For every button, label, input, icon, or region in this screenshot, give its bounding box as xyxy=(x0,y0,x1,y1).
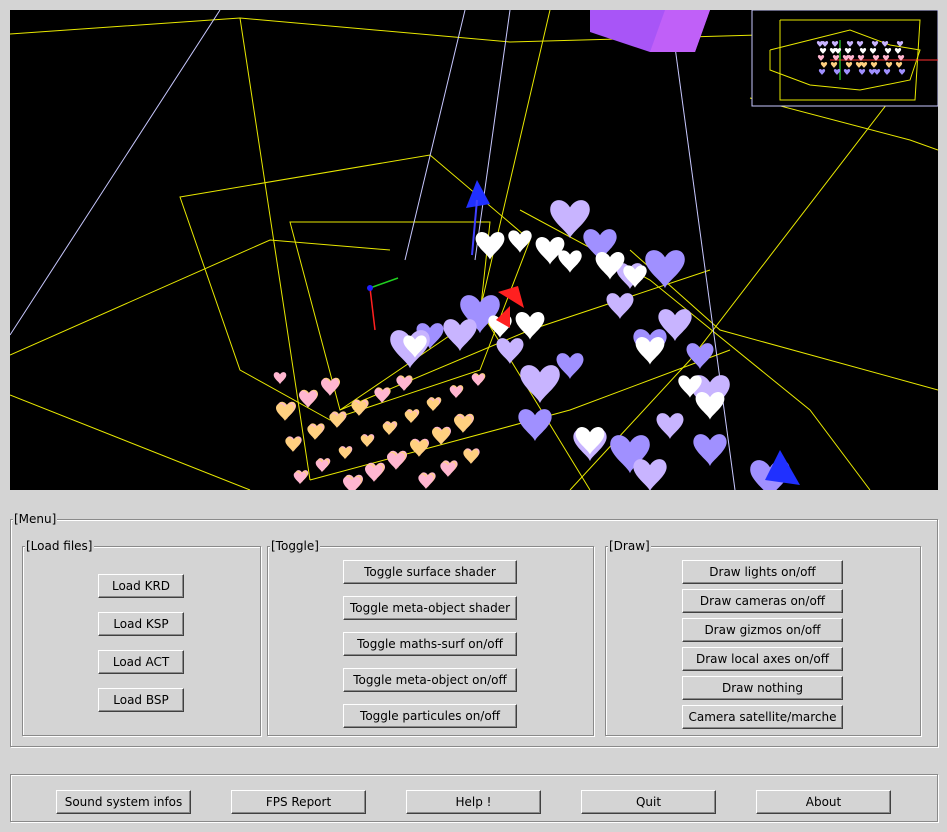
heart-particle xyxy=(443,319,477,352)
toggle-meta-object-shader-button[interactable]: Toggle meta-object shader xyxy=(343,596,517,620)
heart-particle xyxy=(508,230,532,253)
heart-particle xyxy=(273,372,287,385)
heart-particle xyxy=(645,250,685,289)
frustum-line xyxy=(10,239,391,356)
heart-particle xyxy=(606,293,634,319)
load-act-button[interactable]: Load ACT xyxy=(98,650,184,674)
quit-button[interactable]: Quit xyxy=(581,790,716,814)
load-krd-button[interactable]: Load KRD xyxy=(98,574,184,598)
frustum-line xyxy=(289,221,491,411)
draw-title: [Draw] xyxy=(608,539,651,553)
ray-line xyxy=(10,10,221,336)
ray-line xyxy=(474,10,511,261)
load-ksp-button[interactable]: Load KSP xyxy=(98,612,184,636)
frustum-line xyxy=(569,99,891,490)
toggle-title: [Toggle] xyxy=(270,539,320,553)
about-button[interactable]: About xyxy=(756,790,891,814)
light-arrow-red xyxy=(498,286,524,308)
help-button[interactable]: Help ! xyxy=(406,790,541,814)
light-arrow-stem xyxy=(471,199,478,256)
load-bsp-button[interactable]: Load BSP xyxy=(98,688,184,712)
heart-particle xyxy=(556,353,584,379)
gizmo-y-axis xyxy=(369,277,399,289)
heart-particle xyxy=(558,250,582,273)
draw-nothing-button[interactable]: Draw nothing xyxy=(682,676,843,700)
draw-lights-button[interactable]: Draw lights on/off xyxy=(682,560,843,584)
draw-cameras-button[interactable]: Draw cameras on/off xyxy=(682,589,843,613)
heart-particle xyxy=(518,409,552,442)
camera-satellite-button[interactable]: Camera satellite/marche xyxy=(682,705,843,729)
toggle-particules-button[interactable]: Toggle particules on/off xyxy=(343,704,517,728)
heart-particle xyxy=(550,200,590,239)
heart-particle xyxy=(575,426,605,455)
load-files-title: [Load files] xyxy=(25,539,94,553)
light-arrow-blue xyxy=(466,180,490,208)
heart-particle xyxy=(496,338,524,364)
sound-system-infos-button[interactable]: Sound system infos xyxy=(56,790,191,814)
heart-particles xyxy=(273,200,790,490)
menu-group-title: [Menu] xyxy=(13,512,58,526)
heart-particle xyxy=(520,365,560,404)
frustum-line xyxy=(10,394,251,490)
scene-render xyxy=(10,10,938,490)
ray-lines xyxy=(10,10,736,490)
heart-particle xyxy=(656,413,684,439)
gizmo-origin xyxy=(367,285,373,291)
heart-particle xyxy=(693,434,727,467)
gizmo-x-axis xyxy=(369,287,376,331)
minimap xyxy=(751,10,938,107)
toggle-surface-shader-button[interactable]: Toggle surface shader xyxy=(343,560,517,584)
draw-gizmos-button[interactable]: Draw gizmos on/off xyxy=(682,618,843,642)
heart-particle xyxy=(515,311,545,340)
draw-local-axes-button[interactable]: Draw local axes on/off xyxy=(682,647,843,671)
toggle-maths-surf-button[interactable]: Toggle maths-surf on/off xyxy=(343,632,517,656)
axis-gizmo xyxy=(367,277,399,331)
toggle-meta-object-button[interactable]: Toggle meta-object on/off xyxy=(343,668,517,692)
fps-report-button[interactable]: FPS Report xyxy=(231,790,366,814)
3d-viewport[interactable] xyxy=(10,10,938,490)
heart-particle xyxy=(475,231,505,260)
heart-particle xyxy=(633,459,667,490)
